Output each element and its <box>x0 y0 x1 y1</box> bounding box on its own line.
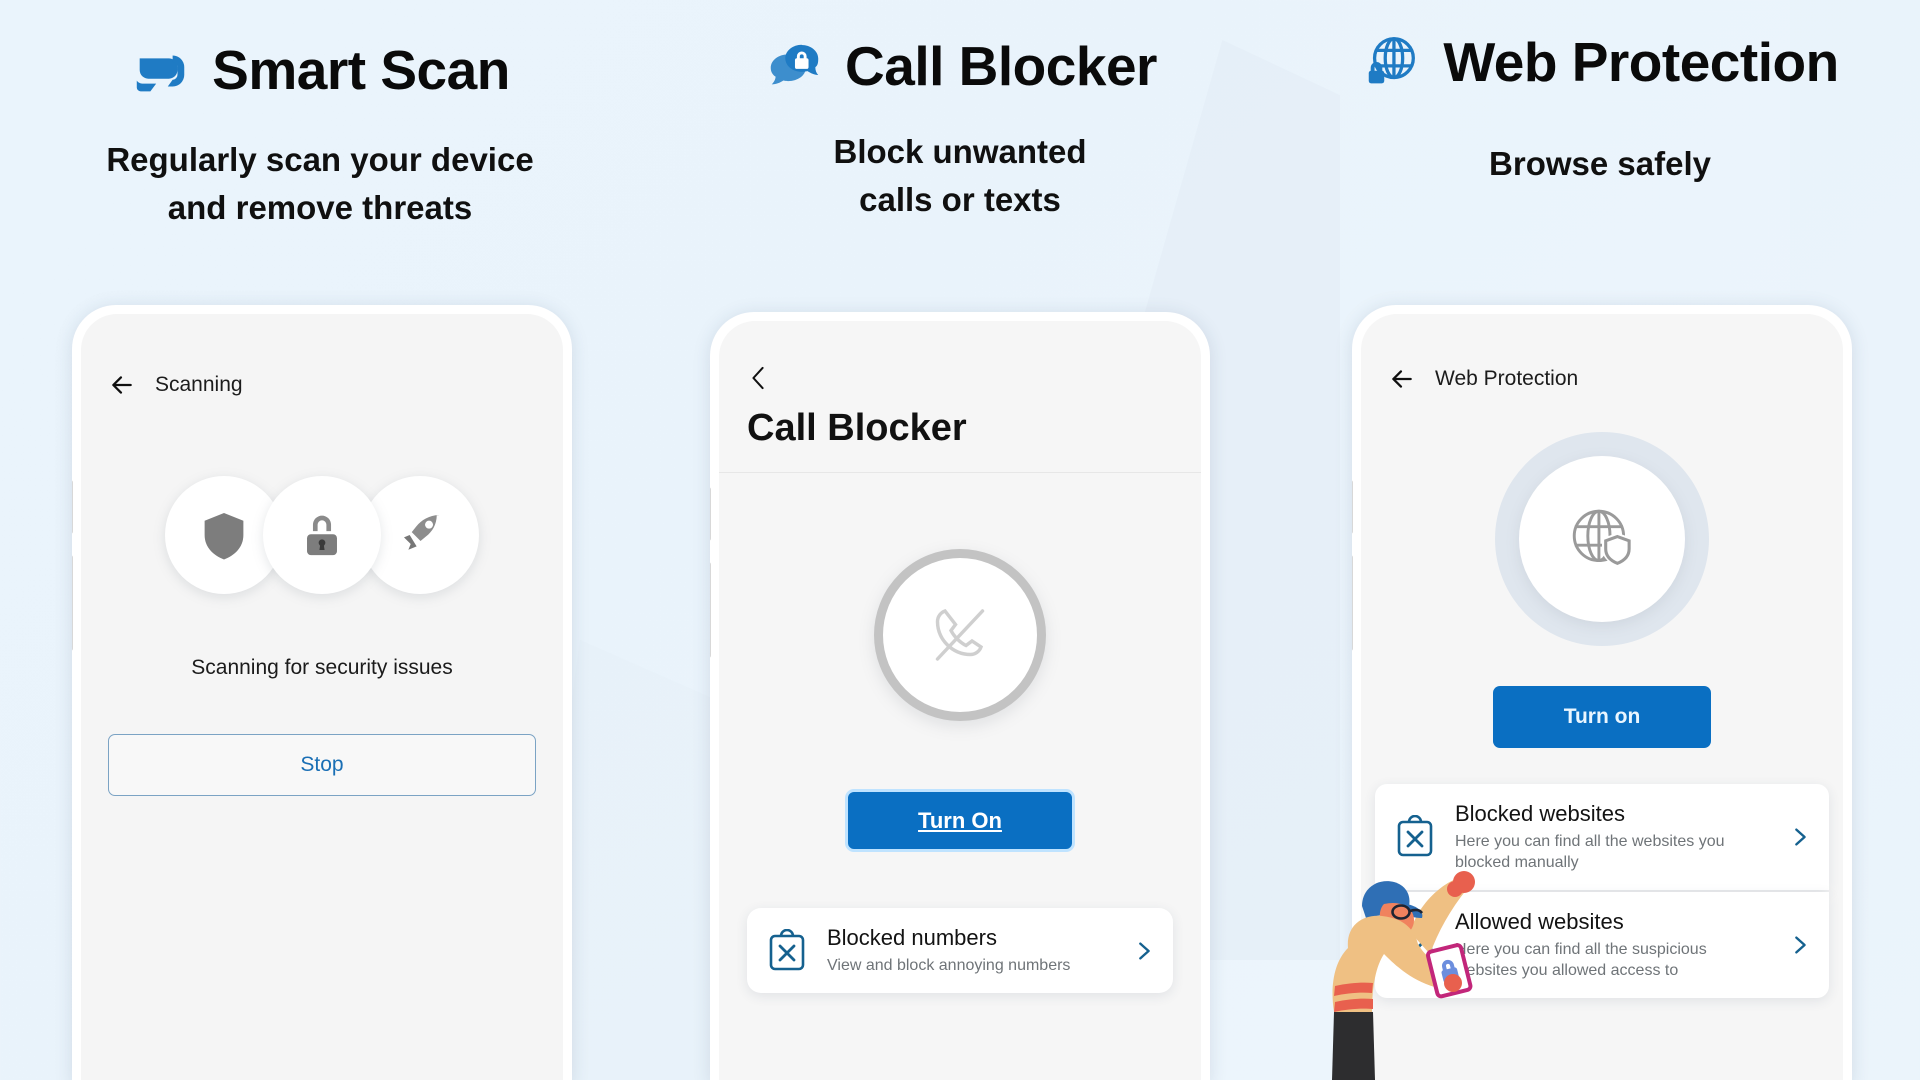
lock-icon <box>303 511 341 559</box>
call-blocker-status-ring <box>874 549 1046 721</box>
list-item-allowed-websites[interactable]: Allowed websites Here you can find all t… <box>1375 892 1829 999</box>
shield-icon <box>200 509 248 564</box>
list-item-text: Blocked websites Here you can find all t… <box>1455 801 1771 873</box>
list-item-title: Blocked numbers <box>827 925 997 950</box>
chevron-left-icon[interactable] <box>747 363 769 393</box>
subtitle-line: Regularly scan your device <box>106 141 534 178</box>
arrow-left-icon[interactable] <box>1389 366 1415 392</box>
globe-shield-icon <box>1572 509 1633 567</box>
list-item-text: Blocked numbers View and block annoying … <box>827 925 1115 976</box>
list-item-blocked-websites[interactable]: Blocked websites Here you can find all t… <box>1375 784 1829 891</box>
screen-call-blocker: Call Blocker Turn On Blocked numbers Vie… <box>719 321 1201 1080</box>
scanning-nav-bar: Scanning <box>81 314 563 398</box>
web-protection-status-inner <box>1519 456 1685 622</box>
smart-scan-icon <box>136 55 185 92</box>
screen-title: Web Protection <box>1435 367 1579 390</box>
screen-scanning: Scanning Scanning for security issues St… <box>81 314 563 1080</box>
clipboard-check-icon <box>1397 923 1433 965</box>
subtitle-line: Browse safely <box>1489 145 1711 182</box>
web-protection-header: Web Protection <box>1361 22 1839 102</box>
web-protection-status-ring <box>1495 432 1709 646</box>
page-title: Smart Scan <box>212 39 510 101</box>
scan-status-icons <box>81 476 563 594</box>
page-title: Call Blocker <box>845 35 1157 97</box>
chevron-right-icon[interactable] <box>1789 826 1811 848</box>
list-item-text: Allowed websites Here you can find all t… <box>1455 909 1771 981</box>
clipboard-x-icon <box>769 928 805 970</box>
smart-scan-header: Smart Scan <box>130 30 510 110</box>
smart-scan-subtitle: Regularly scan your device and remove th… <box>106 136 533 232</box>
phone-mockup-call-blocker: Call Blocker Turn On Blocked numbers Vie… <box>710 312 1210 1080</box>
call-blocker-nav-bar <box>719 321 1201 393</box>
scan-icon-lock <box>263 476 381 594</box>
list-item-description: View and block annoying numbers <box>827 957 1071 974</box>
clipboard-x-icon <box>1397 815 1433 857</box>
arrow-left-icon[interactable] <box>109 372 135 398</box>
chevron-right-icon[interactable] <box>1789 934 1811 956</box>
turn-on-button[interactable]: Turn On <box>845 789 1075 852</box>
list-item-blocked-numbers[interactable]: Blocked numbers View and block annoying … <box>747 908 1173 994</box>
screen-title: Call Blocker <box>747 407 967 449</box>
list-item-title: Blocked websites <box>1455 801 1625 826</box>
subtitle-line: calls or texts <box>859 180 1061 218</box>
chevron-right-icon[interactable] <box>1133 940 1155 962</box>
web-protection-nav-bar: Web Protection <box>1361 314 1843 392</box>
list-item-description: Here you can find all the websites you b… <box>1455 833 1725 872</box>
screen-title: Scanning <box>155 373 243 396</box>
phone-mockup-web-protection: Web Protection Turn on Blocked websites … <box>1352 305 1852 1080</box>
list-item-description: Here you can find all the suspicious web… <box>1455 941 1707 980</box>
stop-button[interactable]: Stop <box>108 734 536 796</box>
subtitle-line: Block unwanted <box>833 133 1087 170</box>
page-title: Web Protection <box>1443 31 1839 93</box>
turn-on-button[interactable]: Turn on <box>1493 686 1711 748</box>
web-protection-subtitle: Browse safely <box>1489 140 1711 188</box>
call-blocker-subtitle: Block unwanted calls or texts <box>833 128 1086 224</box>
call-blocker-header: Call Blocker <box>763 26 1157 106</box>
screen-web-protection: Web Protection Turn on Blocked websites … <box>1361 314 1843 1080</box>
globe-lock-icon <box>1369 37 1416 84</box>
phone-off-icon <box>935 608 985 661</box>
subtitle-line: and remove threats <box>167 188 473 226</box>
scan-status-text: Scanning for security issues <box>191 656 453 679</box>
divider <box>719 472 1201 473</box>
phone-mockup-smart-scan: Scanning Scanning for security issues St… <box>72 305 572 1080</box>
list-item-title: Allowed websites <box>1455 909 1624 935</box>
rocket-icon <box>399 511 442 554</box>
chat-lock-icon <box>770 44 819 85</box>
